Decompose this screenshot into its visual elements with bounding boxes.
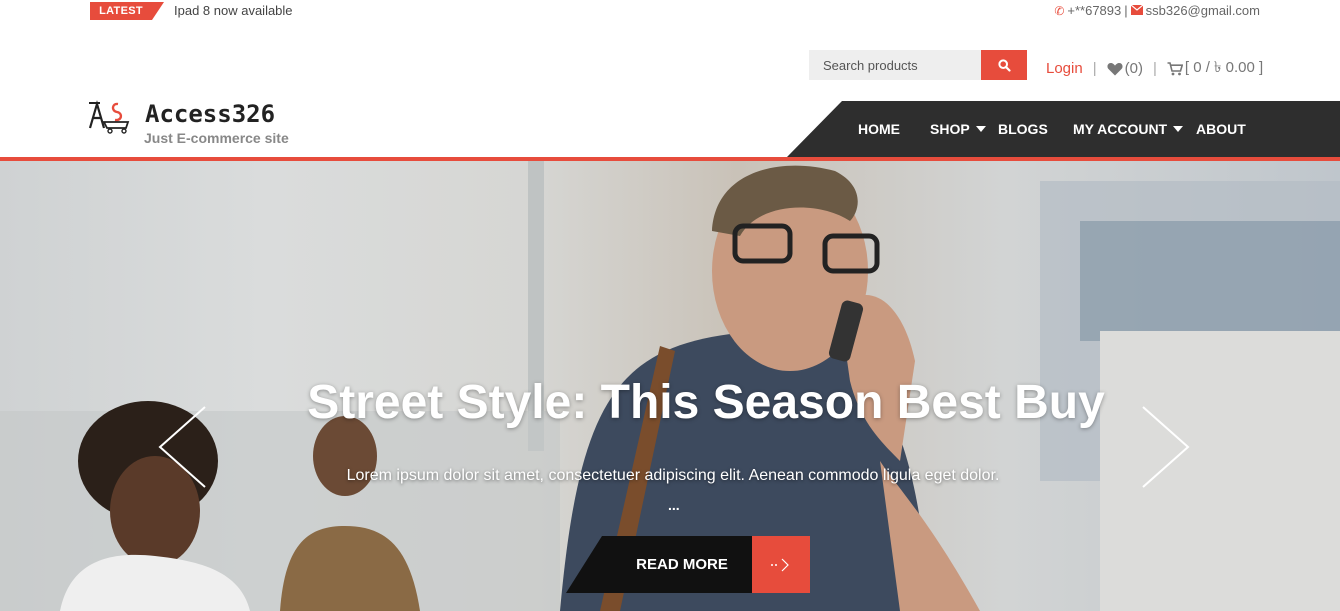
cart-icon [1167, 61, 1183, 75]
separator: | [1152, 60, 1157, 77]
read-more-label: READ MORE [566, 536, 752, 593]
search-icon [997, 58, 1011, 72]
wishlist-link[interactable]: (0) [1107, 60, 1143, 77]
cart-link[interactable]: [ 0 / ৳ 0.00 ] [1167, 56, 1263, 81]
logo-mark-icon [88, 100, 130, 134]
contact-info: ✆ +**67893 | ssb326@gmail.com [1054, 3, 1260, 18]
news-ticker-text[interactable]: Ipad 8 now available [174, 3, 293, 18]
search-input[interactable] [809, 50, 981, 80]
cart-summary: [ 0 / ৳ 0.00 ] [1184, 59, 1264, 76]
hero-title: Street Style: This Season Best Buy [307, 376, 1105, 429]
nav-item-label: SHOP [930, 121, 970, 137]
caret-down-icon [1173, 126, 1184, 132]
main-nav: HOME SHOP BLOGS MY ACCOUNT ABOUT [858, 101, 1246, 157]
envelope-icon [1130, 4, 1144, 18]
arrow-right-icon [752, 536, 810, 593]
product-search [809, 50, 1027, 80]
nav-item-my-account[interactable]: MY ACCOUNT [1073, 121, 1196, 137]
contact-divider: | [1124, 3, 1128, 18]
login-link[interactable]: Login [1046, 60, 1083, 77]
phone-number[interactable]: +**67893 [1067, 3, 1121, 18]
user-links: Login | (0) | [ 0 / ৳ 0.00 ] [1046, 56, 1263, 81]
top-bar: LATEST Ipad 8 now available ✆ +**67893 |… [0, 0, 1340, 22]
nav-item-label: MY ACCOUNT [1073, 121, 1168, 137]
latest-badge: LATEST [90, 2, 164, 20]
nav-item-about[interactable]: ABOUT [1196, 121, 1246, 137]
site-title[interactable]: Access326 [145, 100, 275, 128]
nav-item-shop[interactable]: SHOP [930, 121, 998, 137]
site-tagline: Just E-commerce site [144, 130, 289, 146]
nav-item-label: BLOGS [998, 121, 1048, 137]
nav-item-label: ABOUT [1196, 121, 1246, 137]
latest-badge-label: LATEST [99, 5, 143, 17]
hero-slider: Street Style: This Season Best Buy Lorem… [0, 161, 1340, 611]
hero-ellipsis: ... [668, 497, 680, 513]
nav-item-blogs[interactable]: BLOGS [998, 121, 1073, 137]
hero-subtitle: Lorem ipsum dolor sit amet, consectetuer… [346, 467, 1000, 484]
search-button[interactable] [981, 50, 1027, 80]
heart-icon [1107, 62, 1123, 75]
email-address[interactable]: ssb326@gmail.com [1146, 3, 1260, 18]
nav-item-home[interactable]: HOME [858, 121, 930, 137]
caret-down-icon [975, 126, 986, 132]
nav-item-label: HOME [858, 121, 900, 137]
phone-icon: ✆ [1054, 3, 1065, 18]
read-more-button[interactable]: READ MORE [566, 536, 810, 593]
wishlist-count: (0) [1124, 60, 1143, 77]
separator: | [1092, 60, 1097, 77]
